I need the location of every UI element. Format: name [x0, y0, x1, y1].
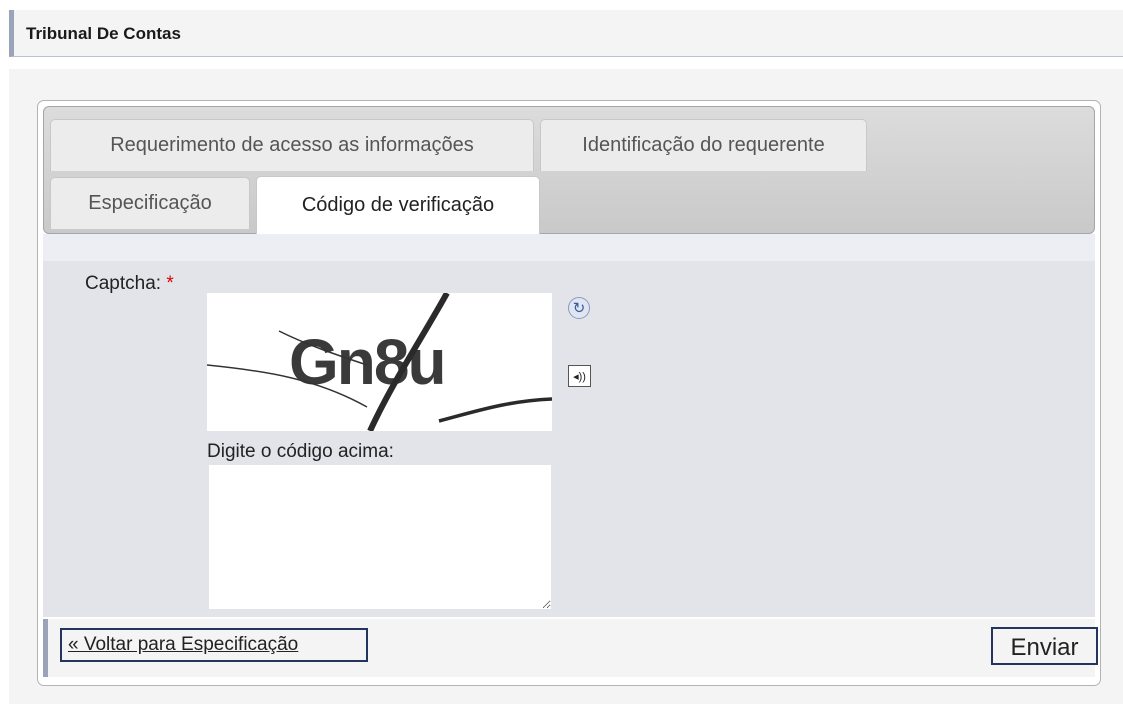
tab-especificacao[interactable]: Especificação	[50, 177, 250, 229]
captcha-image: Gn8u	[207, 293, 552, 431]
tab-requerimento[interactable]: Requerimento de acesso as informações	[50, 119, 534, 171]
tab-content-spacer	[43, 234, 1095, 262]
tab-label: Código de verificação	[301, 194, 495, 216]
tab-codigo-verificacao[interactable]: Código de verificação	[256, 176, 540, 234]
tab-bar: Requerimento de acesso as informações Id…	[43, 106, 1095, 234]
submit-button[interactable]: Enviar	[991, 627, 1098, 665]
page-header: Tribunal De Contas	[9, 10, 1123, 57]
speaker-icon[interactable]: ◂))	[568, 365, 591, 387]
tab-label: Identificação do requerente	[582, 134, 825, 156]
refresh-icon[interactable]: ↻	[568, 297, 590, 319]
form-footer: « Voltar para Especificação Enviar	[43, 619, 1098, 677]
tab-identificacao[interactable]: Identificação do requerente	[540, 119, 867, 171]
tab-label: Requerimento de acesso as informações	[110, 134, 474, 156]
form-panel: Requerimento de acesso as informações Id…	[37, 100, 1101, 686]
captcha-section: Captcha: * Gn8u ↻ ◂)) Digite o código ac…	[43, 261, 1095, 617]
captcha-code-input[interactable]	[209, 465, 551, 609]
captcha-label: Captcha: *	[85, 273, 174, 294]
required-marker: *	[166, 273, 174, 294]
captcha-noise	[207, 293, 552, 431]
page-title: Tribunal De Contas	[26, 24, 181, 43]
back-button[interactable]: « Voltar para Especificação	[60, 628, 368, 662]
code-input-label: Digite o código acima:	[207, 441, 394, 462]
tab-label: Especificação	[88, 192, 212, 214]
